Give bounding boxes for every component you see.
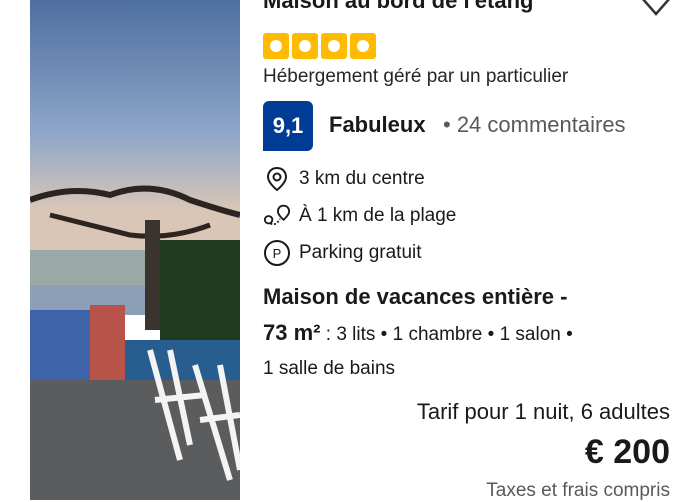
- unit-details-text: : 3 lits • 1 chambre • 1 salon •: [320, 324, 573, 345]
- feature-label: À 1 km de la plage: [299, 205, 457, 226]
- star-icon: [350, 33, 376, 59]
- distance-center: 3 km du centre: [263, 165, 425, 193]
- unit-type: Maison de vacances entière -: [263, 284, 568, 309]
- unit-size: 73 m²: [263, 320, 321, 345]
- listing-title[interactable]: Maison au bord de l'étang: [263, 0, 533, 14]
- feature-label: Parking gratuit: [299, 242, 422, 263]
- star-rating: [263, 33, 376, 59]
- parking-icon: P: [263, 239, 291, 267]
- feature-label: 3 km du centre: [299, 168, 425, 189]
- review-score-badge: 9,1: [263, 101, 313, 151]
- beach-distance-icon: [263, 202, 291, 230]
- star-icon: [321, 33, 347, 59]
- star-icon: [292, 33, 318, 59]
- review-score-label: Fabuleux: [329, 112, 426, 137]
- unit-details: 73 m² : 3 lits • 1 chambre • 1 salon •: [263, 320, 573, 346]
- unit-details-continued: 1 salle de bains: [263, 358, 396, 379]
- price-for: Tarif pour 1 nuit, 6 adultes: [416, 399, 670, 424]
- property-photo[interactable]: [30, 0, 240, 500]
- review-count[interactable]: • 24 commentaires: [443, 112, 626, 138]
- price: € 200: [584, 433, 670, 471]
- heart-icon[interactable]: [640, 0, 672, 18]
- location-pin-icon: [263, 165, 291, 193]
- host-type: Hébergement géré par un particulier: [263, 66, 569, 87]
- star-icon: [263, 33, 289, 59]
- distance-beach: À 1 km de la plage: [263, 202, 456, 230]
- taxes-note: Taxes et frais compris: [486, 480, 670, 501]
- parking-info: P Parking gratuit: [263, 239, 422, 267]
